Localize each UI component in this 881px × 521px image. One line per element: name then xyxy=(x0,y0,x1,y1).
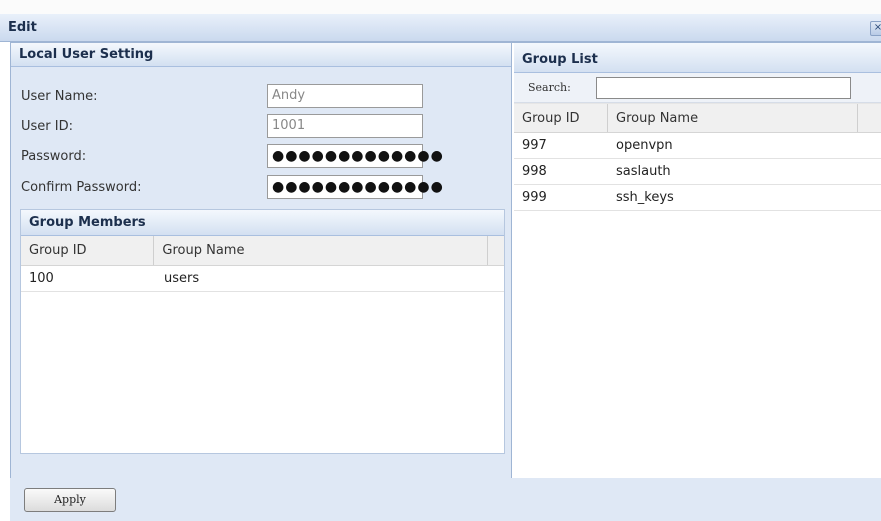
group-id-cell: 997 xyxy=(522,138,547,153)
column-header-group-name[interactable]: Group Name xyxy=(608,104,858,132)
search-input[interactable] xyxy=(596,77,851,99)
group-id-cell: 100 xyxy=(29,271,54,286)
column-header-group-name[interactable]: Group Name xyxy=(154,236,488,265)
search-bar: Search: xyxy=(514,73,881,103)
group-id-cell: 999 xyxy=(522,190,547,205)
group-list-title: Group List xyxy=(514,43,881,73)
apply-button[interactable]: Apply xyxy=(24,488,116,512)
search-label: Search: xyxy=(528,81,571,94)
column-header-group-id[interactable]: Group ID xyxy=(21,236,155,265)
group-members-panel: Group Members Group ID Group Name 100 us… xyxy=(20,209,505,454)
group-name-cell: saslauth xyxy=(616,164,671,179)
group-name-cell: users xyxy=(164,271,200,286)
dialog-titlebar: Edit × xyxy=(0,14,881,42)
confirm-password-label: Confirm Password: xyxy=(21,180,142,195)
confirm-password-input[interactable]: ●●●●●●●●●●●●● xyxy=(267,175,443,199)
group-members-header: Group ID Group Name xyxy=(21,236,504,266)
group-name-cell: ssh_keys xyxy=(616,190,674,205)
top-strip xyxy=(0,0,881,14)
user-id-label: User ID: xyxy=(21,119,73,134)
dialog-body: Local User Setting User Name: Andy User … xyxy=(10,42,881,479)
column-header-group-id[interactable]: Group ID xyxy=(514,104,608,132)
local-user-panel: Local User Setting User Name: Andy User … xyxy=(11,43,512,479)
user-id-input[interactable]: 1001 xyxy=(267,114,423,138)
local-user-section-title: Local User Setting xyxy=(11,43,511,67)
password-input[interactable]: ●●●●●●●●●●●●● xyxy=(267,144,443,168)
group-name-cell: openvpn xyxy=(616,138,673,153)
group-list-header: Group ID Group Name xyxy=(514,103,881,133)
close-icon[interactable]: × xyxy=(870,21,881,36)
table-row[interactable]: 997 openvpn xyxy=(514,133,881,159)
password-label: Password: xyxy=(21,149,87,164)
group-id-cell: 998 xyxy=(522,164,547,179)
table-row[interactable]: 998 saslauth xyxy=(514,159,881,185)
user-name-input[interactable]: Andy xyxy=(267,84,423,108)
table-row[interactable]: 100 users xyxy=(21,266,504,292)
table-row[interactable]: 999 ssh_keys xyxy=(514,185,881,211)
group-list-panel: Group List Search: Group ID Group Name 9… xyxy=(514,43,881,479)
dialog-footer: Apply xyxy=(10,478,881,521)
dialog-title: Edit xyxy=(8,20,37,35)
user-name-label: User Name: xyxy=(21,89,98,104)
group-members-title: Group Members xyxy=(21,210,504,236)
